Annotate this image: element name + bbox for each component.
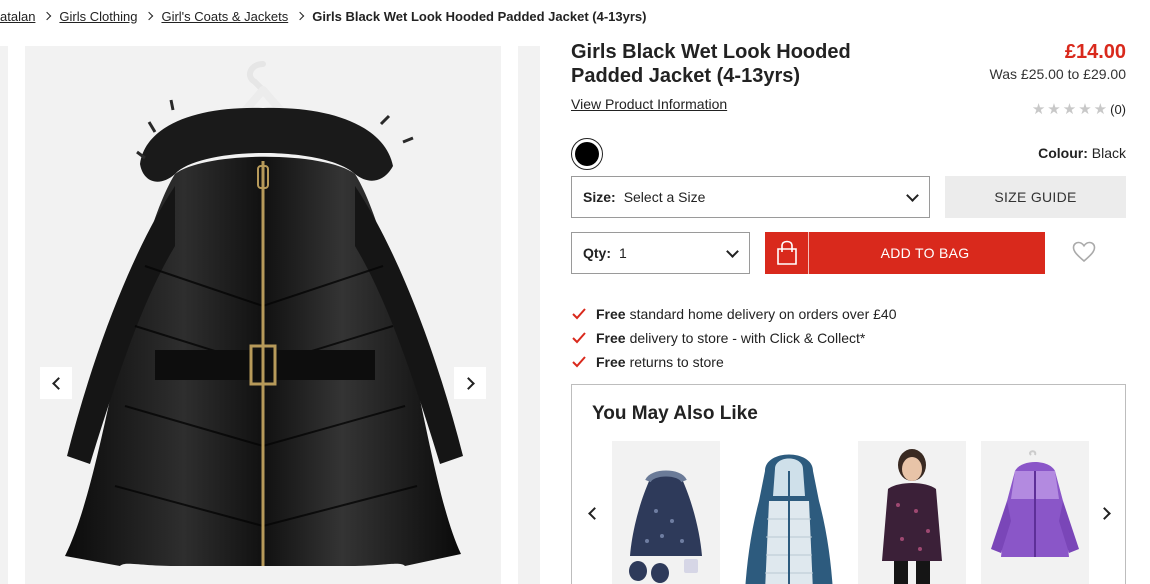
recommendations-next-button[interactable] <box>1096 503 1116 523</box>
star-icon: ★ <box>1031 100 1046 118</box>
star-icon: ★ <box>1078 100 1092 118</box>
was-price: Was £25.00 to £29.00 <box>989 66 1126 82</box>
star-icon: ★ <box>1047 100 1061 118</box>
colour-swatch-black[interactable] <box>571 138 603 170</box>
chevron-right-icon <box>145 11 154 21</box>
breadcrumb-current: Girls Black Wet Look Hooded Padded Jacke… <box>312 8 647 24</box>
size-select[interactable]: Size: Select a Size <box>571 176 930 218</box>
quantity-select[interactable]: Qty: 1 <box>571 232 750 274</box>
product-price: £14.00 <box>1064 41 1126 63</box>
benefit-bold: Free <box>596 330 626 346</box>
size-label: Size: <box>583 189 616 205</box>
gallery-next-image-peek[interactable] <box>518 46 540 584</box>
heart-icon <box>1072 241 1096 263</box>
product-title: Girls Black Wet Look Hooded Padded Jacke… <box>571 41 851 87</box>
checkmark-icon <box>572 308 586 320</box>
chevron-right-icon <box>1097 506 1111 520</box>
recommendations-title: You May Also Like <box>592 403 758 424</box>
jacket-image <box>65 61 463 566</box>
benefit-text: standard home delivery on orders over £4… <box>629 306 897 322</box>
you-may-also-like-section: You May Also Like <box>571 384 1126 584</box>
chevron-down-icon <box>906 189 919 202</box>
chevron-left-icon <box>51 376 65 390</box>
blue-hybrid-jacket-image <box>745 454 833 584</box>
benefit-bold: Free <box>596 354 626 370</box>
chevron-right-icon <box>43 11 52 21</box>
chevron-down-icon <box>726 245 739 258</box>
recommendation-card[interactable] <box>612 441 720 584</box>
shopping-bag-icon <box>765 232 809 274</box>
breadcrumb-link-home[interactable]: atalan <box>0 9 35 24</box>
recommendation-card[interactable] <box>735 441 843 584</box>
colour-value: Black <box>1091 145 1126 161</box>
purple-jacket-image <box>991 450 1079 557</box>
add-to-bag-button[interactable]: ADD TO BAG <box>765 232 1045 274</box>
colour-swatch-fill <box>575 142 599 166</box>
rating-count: (0) <box>1110 101 1126 117</box>
benefit-item: Free standard home delivery on orders ov… <box>571 302 897 326</box>
checkmark-icon <box>572 356 586 368</box>
recommendation-card[interactable] <box>981 441 1089 584</box>
add-to-bag-label: ADD TO BAG <box>880 245 970 261</box>
wishlist-heart-button[interactable] <box>1072 241 1096 263</box>
product-rating[interactable]: ★ ★ ★ ★ ★ (0) <box>1032 100 1126 118</box>
gallery-previous-image-peek[interactable] <box>0 46 8 584</box>
benefit-text: returns to store <box>629 354 724 370</box>
recommendation-card[interactable] <box>858 441 966 584</box>
recommendations-prev-button[interactable] <box>582 503 602 523</box>
breadcrumb: atalan Girls Clothing Girl's Coats & Jac… <box>0 7 646 25</box>
star-icon: ★ <box>1093 100 1108 118</box>
benefit-bold: Free <box>596 306 626 322</box>
qty-value: 1 <box>619 245 627 261</box>
checkmark-icon <box>572 332 586 344</box>
chevron-right-icon <box>461 376 475 390</box>
view-product-information-link[interactable]: View Product Information <box>571 96 727 112</box>
delivery-benefits: Free standard home delivery on orders ov… <box>571 302 897 374</box>
chevron-left-icon <box>587 506 601 520</box>
breadcrumb-link-coats-jackets[interactable]: Girl's Coats & Jackets <box>161 9 288 24</box>
gallery-next-button[interactable] <box>454 367 486 399</box>
product-main-image <box>25 46 501 584</box>
colour-label: Colour: <box>1038 145 1088 161</box>
colour-indicator: Colour: Black <box>1038 145 1126 161</box>
star-icon: ★ <box>1062 100 1077 118</box>
gallery-prev-button[interactable] <box>40 367 72 399</box>
size-value: Select a Size <box>623 189 706 205</box>
girl-in-print-jacket-image <box>882 449 942 584</box>
qty-label: Qty: <box>583 245 611 261</box>
benefit-item: Free delivery to store - with Click & Co… <box>571 326 897 350</box>
benefit-text: delivery to store - with Click & Collect… <box>629 330 866 346</box>
size-guide-button[interactable]: SIZE GUIDE <box>945 176 1126 218</box>
breadcrumb-link-girls-clothing[interactable]: Girls Clothing <box>59 9 137 24</box>
benefit-item: Free returns to store <box>571 350 897 374</box>
navy-parka-image <box>629 470 702 583</box>
chevron-right-icon <box>295 11 305 21</box>
